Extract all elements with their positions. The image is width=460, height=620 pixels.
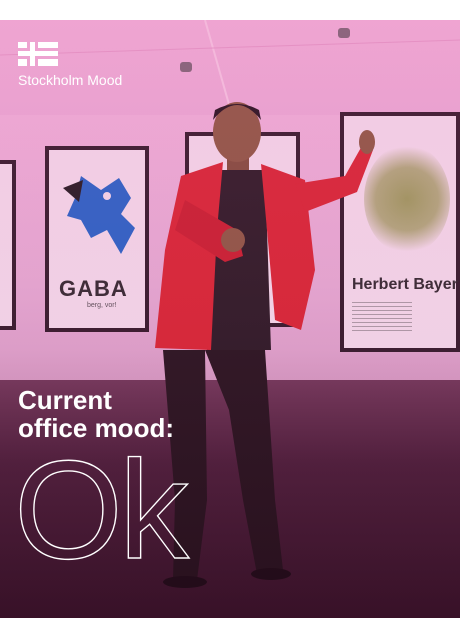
gaba-graphic xyxy=(63,176,135,254)
gaba-poster-title: GABA xyxy=(59,276,128,301)
brand-header: Stockholm Mood xyxy=(18,42,122,88)
flag-icon xyxy=(18,42,58,66)
ceiling-spotlight xyxy=(180,62,192,72)
brand-name: Stockholm Mood xyxy=(18,72,123,88)
mood-card: GABA berg, vor! Herbert Bayer Stockholm … xyxy=(0,20,460,618)
ceiling-spotlight xyxy=(338,28,350,38)
mood-label-line1: Current xyxy=(18,385,112,415)
poster-gaba: GABA berg, vor! xyxy=(45,146,149,332)
gaba-poster-subtitle: berg, vor! xyxy=(87,302,117,309)
poster-left xyxy=(0,160,16,330)
mood-value: Ok xyxy=(13,431,189,588)
